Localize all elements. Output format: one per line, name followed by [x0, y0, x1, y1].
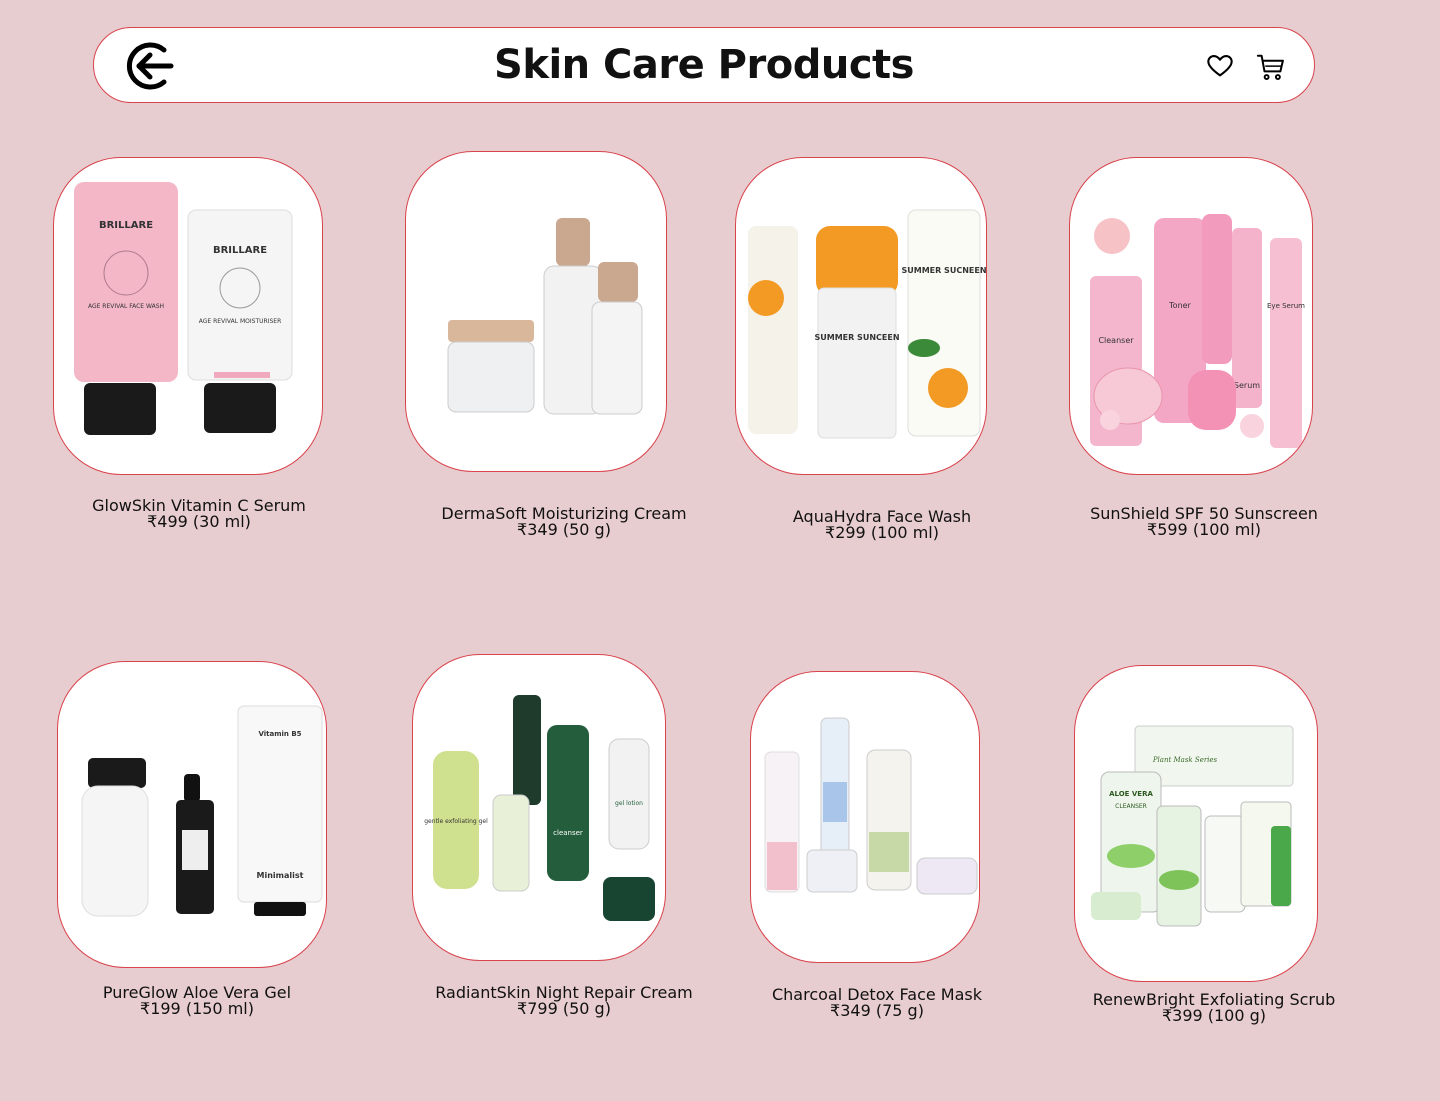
- product-image-sunscreen-tubes: SUMMER SUNCEEN SUMMER SUCNEEN: [748, 209, 986, 439]
- svg-text:BRILLARE: BRILLARE: [213, 245, 267, 256]
- cart-button[interactable]: [1256, 52, 1284, 80]
- product-image-frame[interactable]: [405, 151, 667, 472]
- svg-text:CLEANSER: CLEANSER: [1115, 803, 1147, 810]
- product-price: ₹499 (30 ml): [147, 512, 251, 531]
- svg-text:Minimalist: Minimalist: [257, 871, 304, 880]
- svg-text:BRILLARE: BRILLARE: [99, 220, 153, 231]
- svg-text:AGE REVIVAL FACE WASH: AGE REVIVAL FACE WASH: [88, 303, 164, 310]
- svg-text:ALOE VERA: ALOE VERA: [1109, 790, 1153, 798]
- svg-text:Vitamin B5: Vitamin B5: [258, 730, 301, 738]
- svg-text:SUMMER SUNCEEN: SUMMER SUNCEEN: [814, 333, 899, 342]
- product-image-green-set: gentle exfoliating gel cleanser gel loti…: [424, 695, 655, 921]
- product-image-brillare-tubes: BRILLARE AGE REVIVAL FACE WASH BRILLARE …: [74, 182, 293, 435]
- product-image-frame[interactable]: gentle exfoliating gel cleanser gel loti…: [412, 654, 666, 961]
- svg-text:SUMMER SUCNEEN: SUMMER SUCNEEN: [901, 266, 986, 275]
- product-image-frame[interactable]: Plant Mask Series ALOE VERA CLEANSER: [1074, 665, 1318, 982]
- product-image-frame[interactable]: BRILLARE AGE REVIVAL FACE WASH BRILLARE …: [53, 157, 323, 475]
- cart-icon: [1256, 54, 1284, 80]
- product-price: ₹199 (150 ml): [140, 999, 254, 1018]
- product-price: ₹399 (100 g): [1161, 1006, 1267, 1025]
- svg-text:Plant Mask Series: Plant Mask Series: [1152, 756, 1218, 764]
- heart-icon: [1207, 55, 1233, 77]
- product-price: ₹349 (50 g): [517, 520, 611, 539]
- svg-text:Toner: Toner: [1168, 301, 1191, 310]
- top-bar: Skin Care Products: [93, 27, 1315, 103]
- product-image-cream-jars: [447, 218, 643, 415]
- product-image-frame[interactable]: SUMMER SUNCEEN SUMMER SUCNEEN: [735, 157, 987, 475]
- product-image-frame[interactable]: [750, 671, 980, 963]
- product-image-pink-set: Cleanser Toner Serum Eye Serum: [1090, 214, 1305, 448]
- product-price: ₹349 (75 g): [830, 1001, 924, 1020]
- product-image-minimalist-set: Vitamin B5 Minimalist: [81, 705, 323, 917]
- svg-text:Serum: Serum: [1234, 381, 1260, 390]
- svg-text:AGE REVIVAL MOISTURISER: AGE REVIVAL MOISTURISER: [199, 318, 282, 325]
- product-image-frame[interactable]: Cleanser Toner Serum Eye Serum: [1069, 157, 1313, 475]
- svg-text:gel lotion: gel lotion: [615, 800, 643, 807]
- product-image-frame[interactable]: Vitamin B5 Minimalist: [57, 661, 327, 968]
- product-price: ₹299 (100 ml): [825, 523, 939, 542]
- svg-text:Cleanser: Cleanser: [1098, 336, 1134, 345]
- product-image-charcoal-set: [764, 717, 978, 895]
- wishlist-button[interactable]: [1206, 52, 1234, 80]
- svg-text:gentle exfoliating gel: gentle exfoliating gel: [424, 818, 488, 825]
- product-price: ₹599 (100 ml): [1147, 520, 1261, 539]
- product-price: ₹799 (50 g): [517, 999, 611, 1018]
- product-image-aloe-set: Plant Mask Series ALOE VERA CLEANSER: [1091, 725, 1294, 927]
- svg-text:Eye Serum: Eye Serum: [1267, 302, 1305, 310]
- page-title: Skin Care Products: [494, 42, 914, 88]
- svg-text:cleanser: cleanser: [553, 829, 583, 837]
